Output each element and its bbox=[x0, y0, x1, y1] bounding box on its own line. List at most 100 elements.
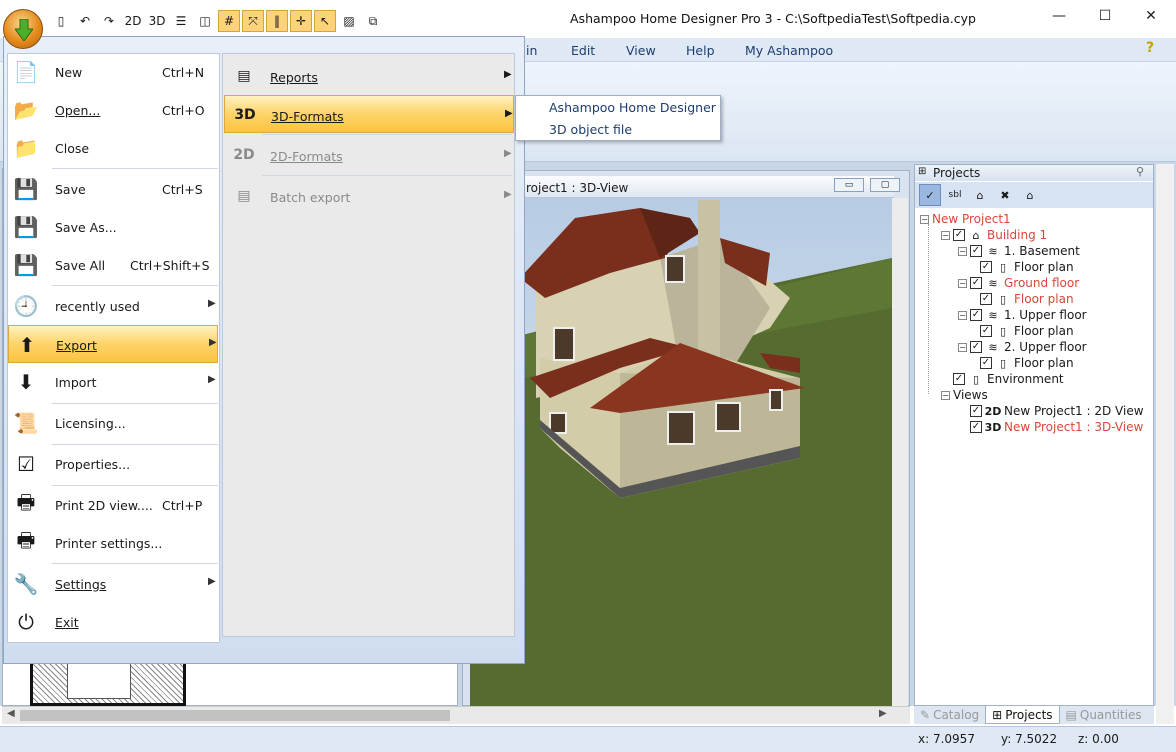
tree-node[interactable]: − ✓ ≋ 2. Upper floor bbox=[958, 339, 1087, 355]
app-menu-item-exit[interactable]: ⏻ Exit bbox=[8, 603, 218, 641]
label-sbl-tool-button[interactable]: sbl bbox=[944, 184, 966, 206]
tree-checkbox[interactable]: ✓ bbox=[970, 277, 982, 289]
app-menu-item-open[interactable]: 📂 Open... Ctrl+O bbox=[8, 91, 218, 129]
flyout-item-ashampoo-home-designer[interactable]: Ashampoo Home Designer bbox=[549, 100, 716, 115]
app-menu-item-print-2d-view[interactable]: 🖶 Print 2D view.... Ctrl+P bbox=[8, 486, 218, 524]
app-menu-item-licensing[interactable]: 📜 Licensing... bbox=[8, 404, 218, 442]
3d-scene-canvas[interactable] bbox=[470, 198, 892, 706]
new-doc-button[interactable]: ▯ bbox=[50, 10, 72, 32]
export-item-batch-export[interactable]: ▤ Batch export ▶ bbox=[224, 177, 514, 215]
tree-toggle-icon[interactable]: − bbox=[958, 310, 967, 320]
tree-node[interactable]: ✓ 2D New Project1 : 2D View bbox=[958, 403, 1144, 419]
crosshair-button[interactable]: ✛ bbox=[290, 10, 312, 32]
split-vertical-icon: ◫ bbox=[199, 14, 211, 28]
export-item-2d-formats[interactable]: 2D 2D-Formats ▶ bbox=[224, 136, 514, 174]
tree-node[interactable]: − ✓ ⌂ Building 1 bbox=[941, 227, 1047, 243]
menu-view[interactable]: View bbox=[626, 43, 656, 58]
tree-toggle-icon[interactable]: − bbox=[941, 390, 950, 400]
app-menu-item-close[interactable]: 📁 Close bbox=[8, 129, 218, 167]
menu-help[interactable]: Help bbox=[686, 43, 715, 58]
tree-checkbox[interactable]: ✓ bbox=[953, 229, 965, 241]
app-menu-item-properties[interactable]: ☑ Properties... bbox=[8, 445, 218, 483]
grid-button[interactable]: # bbox=[218, 10, 240, 32]
tree-checkbox[interactable]: ✓ bbox=[970, 245, 982, 257]
delete-tool-button[interactable]: ✖ bbox=[994, 184, 1016, 206]
tree-toggle-icon[interactable]: − bbox=[920, 214, 929, 224]
maximize-button[interactable]: ☐ bbox=[1082, 0, 1128, 32]
app-menu-item-settings[interactable]: 🔧 Settings ▶ bbox=[8, 565, 218, 603]
app-menu-item-new[interactable]: 📄 New Ctrl+N bbox=[8, 53, 218, 91]
app-menu-item-save-all[interactable]: 💾 Save All Ctrl+Shift+S bbox=[8, 246, 218, 284]
tree-node[interactable]: ✓ 3D New Project1 : 3D-View bbox=[958, 419, 1143, 435]
tab-quantities[interactable]: ▤ Quantities bbox=[1060, 706, 1148, 724]
tree-toggle-icon[interactable]: − bbox=[958, 278, 967, 288]
menu-main[interactable]: in bbox=[526, 43, 537, 58]
tree-node[interactable]: ✓ ▯ Floor plan bbox=[980, 323, 1074, 339]
tree-checkbox[interactable]: ✓ bbox=[970, 405, 982, 417]
tree-checkbox[interactable]: ✓ bbox=[980, 261, 992, 273]
snap-button[interactable]: ⤧ bbox=[242, 10, 264, 32]
checkmark-tool-button[interactable]: ✓ bbox=[919, 184, 941, 206]
view-3d-minimize-button[interactable]: ▭ bbox=[834, 178, 864, 192]
tree-checkbox[interactable]: ✓ bbox=[953, 373, 965, 385]
house-settings-tool-button[interactable]: ⌂ bbox=[1019, 184, 1041, 206]
tree-node[interactable]: ✓ ▯ Floor plan bbox=[980, 355, 1074, 371]
tab-catalog[interactable]: ✎ Catalog bbox=[914, 706, 985, 724]
tree-node[interactable]: − Views bbox=[941, 387, 988, 403]
horizontal-scrollbar[interactable]: ◀ ▶ bbox=[2, 706, 910, 724]
app-menu-item-save-as[interactable]: 💾 Save As... bbox=[8, 208, 218, 246]
scroll-right-icon[interactable]: ▶ bbox=[879, 708, 887, 719]
tree-checkbox[interactable]: ✓ bbox=[970, 309, 982, 321]
view-3d-button[interactable]: 3D bbox=[146, 10, 168, 32]
view-2d-button[interactable]: 2D bbox=[122, 10, 144, 32]
tree-toggle-icon[interactable]: − bbox=[958, 246, 967, 256]
texture-button[interactable]: ▨ bbox=[338, 10, 360, 32]
pin-icon[interactable]: ⚲ bbox=[1136, 165, 1144, 178]
split-vertical-button[interactable]: ◫ bbox=[194, 10, 216, 32]
tree-node[interactable]: − New Project1 bbox=[920, 211, 1011, 227]
scroll-thumb[interactable] bbox=[20, 710, 450, 721]
app-menu-item-save[interactable]: 💾 Save Ctrl+S bbox=[8, 170, 218, 208]
tree-node[interactable]: ✓ ▯ Environment bbox=[941, 371, 1064, 387]
view-3d-vertical-scrollbar[interactable] bbox=[892, 198, 908, 706]
export-item-reports[interactable]: ▤ Reports ▶ bbox=[224, 57, 514, 95]
copy-button[interactable]: ⧉ bbox=[362, 10, 384, 32]
scroll-left-icon[interactable]: ◀ bbox=[7, 708, 15, 719]
tree-node[interactable]: ✓ ▯ Floor plan bbox=[980, 291, 1074, 307]
guides-button[interactable]: ‖ bbox=[266, 10, 288, 32]
floor-plan-page-icon: ▯ bbox=[999, 324, 1007, 338]
redo-button[interactable]: ↷ bbox=[98, 10, 120, 32]
tree-checkbox[interactable]: ✓ bbox=[970, 341, 982, 353]
app-menu-item-recently-used[interactable]: 🕘 recently used ▶ bbox=[8, 287, 218, 325]
tree-checkbox[interactable]: ✓ bbox=[980, 357, 992, 369]
tab-projects[interactable]: ⊞ Projects bbox=[985, 706, 1060, 724]
tree-checkbox[interactable]: ✓ bbox=[980, 293, 992, 305]
menu-separator bbox=[52, 485, 218, 486]
tree-node-label: Floor plan bbox=[1014, 356, 1074, 370]
add-level-tool-button[interactable]: ⌂ bbox=[969, 184, 991, 206]
tree-node[interactable]: − ✓ ≋ 1. Basement bbox=[958, 243, 1080, 259]
app-menu-item-import[interactable]: ⬇ Import ▶ bbox=[8, 363, 218, 401]
close-button[interactable]: ✕ bbox=[1128, 0, 1174, 32]
help-question-icon[interactable]: ? bbox=[1146, 40, 1154, 56]
right-vertical-scrollbar[interactable] bbox=[1156, 164, 1174, 724]
tree-node[interactable]: − ✓ ≋ 1. Upper floor bbox=[958, 307, 1087, 323]
tree-node[interactable]: − ✓ ≋ Ground floor bbox=[958, 275, 1079, 291]
split-horizontal-button[interactable]: ☰ bbox=[170, 10, 192, 32]
tree-toggle-icon[interactable]: − bbox=[941, 230, 950, 240]
application-menu-button[interactable] bbox=[3, 9, 43, 49]
export-item-3d-formats[interactable]: 3D 3D-Formats ▶ bbox=[224, 95, 514, 133]
menu-edit[interactable]: Edit bbox=[571, 43, 595, 58]
menu-my-ashampoo[interactable]: My Ashampoo bbox=[745, 43, 833, 58]
view-3d-maximize-button[interactable]: ▢ bbox=[870, 178, 900, 192]
tree-toggle-icon[interactable]: − bbox=[958, 342, 967, 352]
tree-checkbox[interactable]: ✓ bbox=[970, 421, 982, 433]
tree-checkbox[interactable]: ✓ bbox=[980, 325, 992, 337]
minimize-button[interactable]: — bbox=[1036, 0, 1082, 32]
flyout-item-3d-object-file[interactable]: 3D object file bbox=[549, 122, 632, 137]
app-menu-item-export[interactable]: ⬆ Export ▶ bbox=[8, 325, 218, 363]
tree-node[interactable]: ✓ ▯ Floor plan bbox=[980, 259, 1074, 275]
pointer-button[interactable]: ↖ bbox=[314, 10, 336, 32]
undo-button[interactable]: ↶ bbox=[74, 10, 96, 32]
app-menu-item-printer-settings[interactable]: 🖶 Printer settings... bbox=[8, 524, 218, 562]
